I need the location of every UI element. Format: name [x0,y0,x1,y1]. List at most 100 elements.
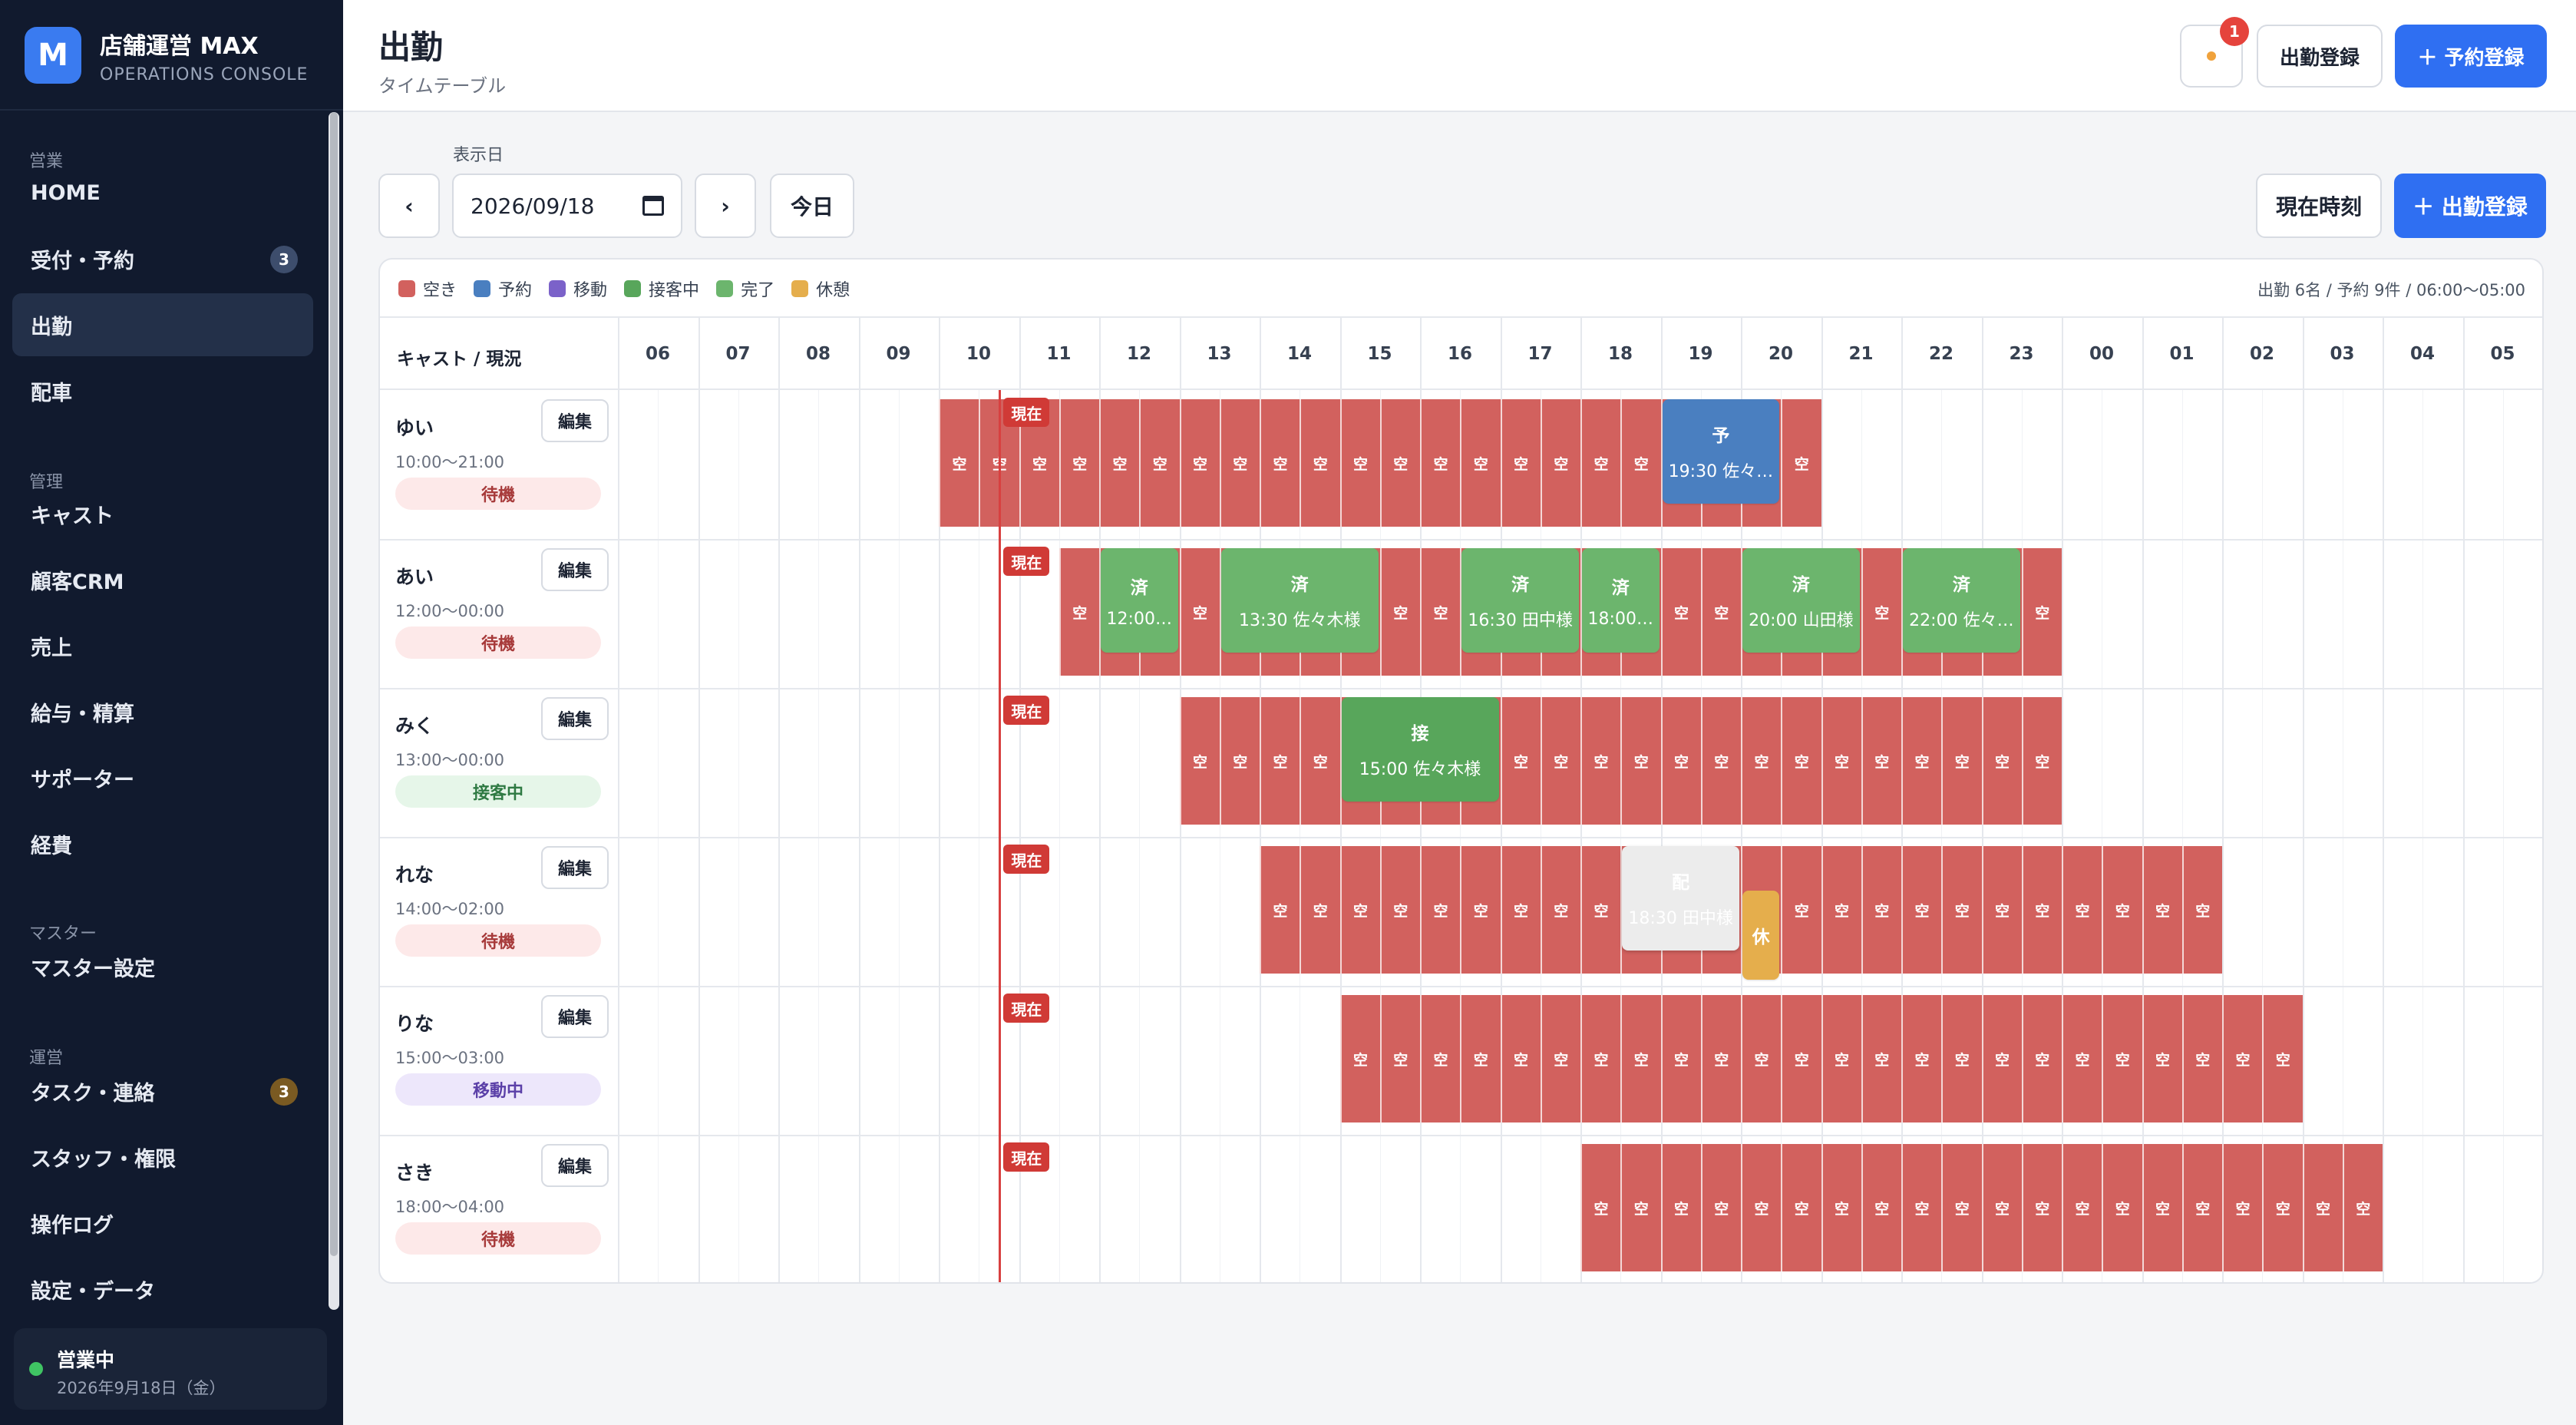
empty-slot[interactable]: 空 [1058,548,1099,676]
empty-slot[interactable]: 空 [1379,399,1420,527]
sidebar-item[interactable]: 操作ログ [12,1192,313,1255]
empty-slot[interactable]: 空 [2222,1144,2262,1271]
empty-slot[interactable]: 空 [1099,399,1139,527]
dispatch-block[interactable]: 配 18:30 田中様 [1622,846,1739,951]
empty-slot[interactable]: 空 [1260,846,1300,974]
empty-slot[interactable]: 空 [2142,1144,2182,1271]
empty-slot[interactable]: 空 [2142,995,2182,1122]
empty-slot[interactable]: 空 [2102,1144,2142,1271]
empty-slot[interactable]: 空 [1540,697,1580,825]
empty-slot[interactable]: 空 [1260,697,1300,825]
empty-slot[interactable]: 空 [1379,995,1420,1122]
empty-slot[interactable]: 空 [1861,548,1901,676]
empty-slot[interactable]: 空 [1580,399,1620,527]
notification-button[interactable]: 1 [2180,17,2249,88]
empty-slot[interactable]: 空 [2102,846,2142,974]
empty-slot[interactable]: 空 [1460,846,1500,974]
empty-slot[interactable]: 空 [1941,995,1981,1122]
empty-slot[interactable]: 空 [1941,846,1981,974]
empty-slot[interactable]: 空 [2142,846,2182,974]
empty-slot[interactable]: 空 [1981,697,2022,825]
sidebar-item[interactable]: スタッフ・権限 [12,1126,313,1189]
empty-slot[interactable]: 空 [1219,399,1260,527]
sidebar-item[interactable]: サポーター [12,746,313,809]
sidebar-item[interactable]: 顧客CRM [12,548,313,611]
empty-slot[interactable]: 空 [2262,995,2302,1122]
empty-slot[interactable]: 空 [1379,548,1420,676]
empty-slot[interactable]: 空 [1901,697,1941,825]
empty-slot[interactable]: 空 [1580,697,1620,825]
date-field[interactable]: 2026/09/18 [452,174,682,238]
empty-slot[interactable]: 空 [1300,697,1339,825]
empty-slot[interactable]: 空 [1580,995,1620,1122]
empty-slot[interactable]: 空 [1540,995,1580,1122]
empty-slot[interactable]: 空 [1139,399,1179,527]
break-block[interactable]: 休 [1742,891,1780,980]
empty-slot[interactable]: 空 [1901,846,1941,974]
empty-slot[interactable]: 空 [1660,548,1701,676]
edit-cast-button[interactable]: 編集 [541,846,609,889]
edit-cast-button[interactable]: 編集 [541,697,609,740]
empty-slot[interactable]: 空 [1660,1144,1701,1271]
empty-slot[interactable]: 空 [1861,1144,1901,1271]
sidebar-item[interactable]: マスター設定 [12,935,313,998]
empty-slot[interactable]: 空 [1339,846,1380,974]
empty-slot[interactable]: 空 [1700,697,1741,825]
empty-slot[interactable]: 空 [1179,697,1220,825]
empty-slot[interactable]: 空 [1339,399,1380,527]
empty-slot[interactable]: 空 [2062,1144,2102,1271]
empty-slot[interactable]: 空 [1460,399,1500,527]
sidebar-item[interactable]: 売上 [12,614,313,677]
scrollbar-thumb[interactable] [330,112,338,1256]
empty-slot[interactable]: 空 [1781,399,1821,527]
empty-slot[interactable]: 空 [2021,1144,2062,1271]
empty-slot[interactable]: 空 [1339,995,1380,1122]
reservation-register-button[interactable]: ＋ 予約登録 [2395,25,2547,88]
empty-slot[interactable]: 空 [2342,1144,2383,1271]
empty-slot[interactable]: 空 [1540,846,1580,974]
empty-slot[interactable]: 空 [1420,995,1460,1122]
empty-slot[interactable]: 空 [1781,1144,1821,1271]
empty-slot[interactable]: 空 [1781,995,1821,1122]
sidebar-item[interactable]: 設定・データ [12,1258,313,1310]
next-day-button[interactable]: › [695,174,756,238]
empty-slot[interactable]: 空 [1741,697,1781,825]
attendance-register-button[interactable]: 出勤登録 [2257,25,2383,88]
completed-block[interactable]: 済 20:00 山田様 [1742,548,1860,653]
empty-slot[interactable]: 空 [1981,995,2022,1122]
empty-slot[interactable]: 空 [1300,399,1339,527]
empty-slot[interactable]: 空 [1580,846,1620,974]
reservation-block[interactable]: 予 19:30 佐々… [1662,399,1780,504]
empty-slot[interactable]: 空 [1861,995,1901,1122]
empty-slot[interactable]: 空 [1219,697,1260,825]
empty-slot[interactable]: 空 [2062,846,2102,974]
empty-slot[interactable]: 空 [1500,995,1541,1122]
prev-day-button[interactable]: ‹ [378,174,440,238]
sidebar-item[interactable]: 出勤 [12,293,313,356]
today-button[interactable]: 今日 [770,174,854,238]
sidebar-item[interactable]: タスク・連絡 3 [12,1060,313,1122]
empty-slot[interactable]: 空 [1700,1144,1741,1271]
empty-slot[interactable]: 空 [2222,995,2262,1122]
empty-slot[interactable]: 空 [1861,697,1901,825]
empty-slot[interactable]: 空 [2181,846,2222,974]
completed-block[interactable]: 済 22:00 佐々… [1903,548,2020,653]
empty-slot[interactable]: 空 [1620,399,1660,527]
completed-block[interactable]: 済 16:30 田中様 [1461,548,1579,653]
empty-slot[interactable]: 空 [1861,846,1901,974]
empty-slot[interactable]: 空 [1500,399,1541,527]
empty-slot[interactable]: 空 [1660,697,1701,825]
empty-slot[interactable]: 空 [1500,846,1541,974]
empty-slot[interactable]: 空 [1700,995,1741,1122]
serving-block[interactable]: 接 15:00 佐々木様 [1341,697,1499,802]
empty-slot[interactable]: 空 [2021,548,2062,676]
completed-block[interactable]: 済 12:00… [1101,548,1178,653]
empty-slot[interactable]: 空 [1821,1144,1861,1271]
empty-slot[interactable]: 空 [1901,1144,1941,1271]
sidebar-scrollbar[interactable] [329,112,339,1310]
sidebar-item[interactable]: キャスト [12,482,313,545]
empty-slot[interactable]: 空 [1741,1144,1781,1271]
empty-slot[interactable]: 空 [1941,697,1981,825]
empty-slot[interactable]: 空 [1620,995,1660,1122]
completed-block[interactable]: 済 13:30 佐々木様 [1220,548,1379,653]
